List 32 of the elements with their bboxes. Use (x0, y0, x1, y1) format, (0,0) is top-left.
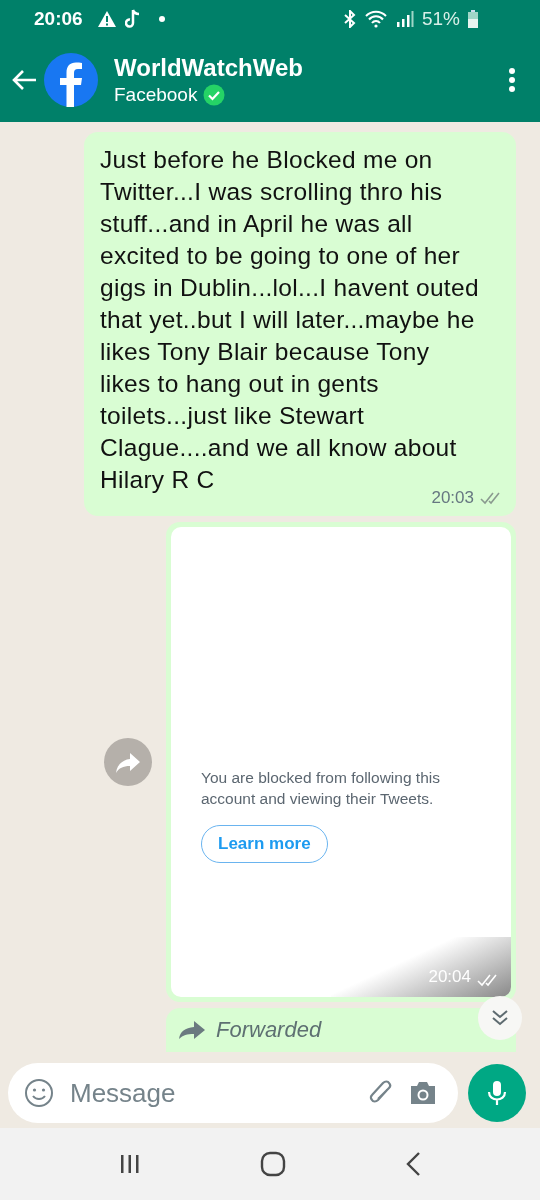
contact-name[interactable]: WorldWatchWeb (114, 54, 502, 82)
blocked-notice: You are blocked from following this account and viewing their Tweets. (201, 768, 441, 809)
back-icon[interactable] (404, 1151, 421, 1177)
forwarded-arrow-icon (178, 1020, 206, 1040)
contact-subtitle: Facebook (114, 84, 198, 106)
double-check-icon (477, 973, 499, 987)
message-field[interactable]: Message (68, 1076, 354, 1110)
status-time: 20:06 (34, 8, 83, 30)
learn-more-button[interactable]: Learn more (201, 825, 328, 863)
image-bubble[interactable]: You are blocked from following this account and viewing their Tweets. Learn more 20:04 (166, 522, 516, 1002)
message-time: 20:04 (428, 967, 471, 987)
microphone-button[interactable] (468, 1064, 526, 1122)
more-options-icon[interactable] (508, 67, 516, 93)
scroll-down-button[interactable] (478, 996, 522, 1040)
forwarded-label: Forwarded (216, 1017, 322, 1043)
music-note-icon (124, 9, 141, 29)
recent-apps-icon[interactable] (119, 1153, 142, 1175)
home-icon[interactable] (260, 1151, 286, 1177)
avatar-icon[interactable] (44, 53, 98, 107)
wifi-icon (363, 10, 388, 28)
back-arrow-icon[interactable] (12, 69, 38, 91)
dot-icon (158, 16, 165, 22)
warning-icon (96, 10, 117, 28)
bluetooth-icon (343, 10, 356, 28)
double-check-icon (480, 491, 502, 505)
signal-icon (395, 10, 414, 28)
battery-level: 51% (421, 8, 460, 30)
battery-icon (468, 10, 478, 28)
message-time: 20:03 (431, 488, 474, 508)
emoji-icon[interactable] (24, 1078, 54, 1108)
message-bar[interactable]: Message (8, 1063, 458, 1123)
camera-icon[interactable] (408, 1080, 438, 1106)
